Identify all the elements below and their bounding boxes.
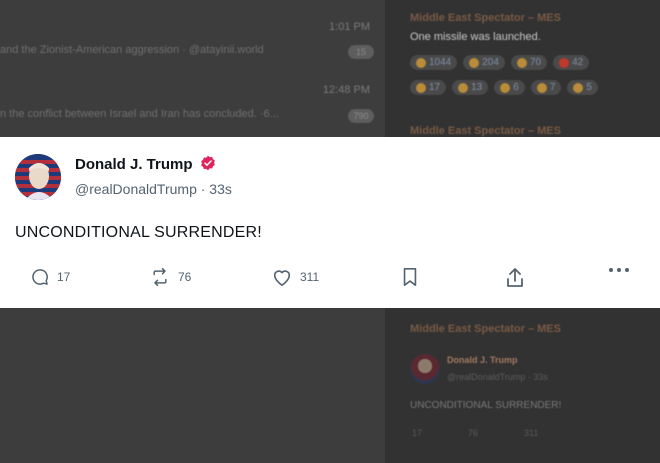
more-icon <box>609 268 629 272</box>
retweet-count: 76 <box>178 270 192 284</box>
share-icon <box>507 268 523 287</box>
reaction-chip[interactable]: 7 <box>530 80 562 95</box>
like-button[interactable]: 311 <box>271 267 319 287</box>
tweet-card[interactable]: Donald J. Trump @realDonaldTrump · 33s U… <box>0 137 660 308</box>
bookmark-icon <box>403 268 417 286</box>
embedded-avatar <box>410 354 440 384</box>
reply-button[interactable]: 17 <box>30 267 70 287</box>
emoji-icon <box>573 82 584 93</box>
flag-portrait-icon <box>15 154 61 200</box>
message-preview[interactable]: and the Zionist-American aggression · @a… <box>0 44 264 56</box>
emoji-icon <box>469 57 480 68</box>
reaction-chip[interactable]: 6 <box>494 80 525 95</box>
display-name[interactable]: Donald J. Trump <box>75 156 193 173</box>
reaction-chip[interactable]: 13 <box>452 80 489 95</box>
retweet-button[interactable]: 76 <box>149 267 191 287</box>
reaction-chip[interactable]: 17 <box>410 80 447 95</box>
reactions-row: 17 13 6 7 5 <box>410 80 598 95</box>
reaction-chip[interactable]: 5 <box>567 80 598 95</box>
verified-badge-icon <box>201 155 215 171</box>
more-options-button[interactable] <box>608 267 630 273</box>
reaction-chip[interactable]: 42 <box>553 55 590 70</box>
emoji-icon <box>458 82 469 93</box>
post-sender[interactable]: Middle East Spectator – MES <box>410 12 561 24</box>
post-sender[interactable]: Middle East Spectator – MES <box>410 125 561 137</box>
post-text: One missile was launched. <box>410 31 541 43</box>
share-button[interactable] <box>505 267 525 289</box>
embedded-actions: 17 76 311 <box>412 428 538 438</box>
reaction-chip[interactable]: 1044 <box>410 55 458 70</box>
reactions-row: 1044 204 70 42 <box>410 55 590 70</box>
reaction-chip[interactable]: 204 <box>463 55 505 70</box>
emoji-icon <box>416 57 426 68</box>
emoji-icon <box>516 57 527 68</box>
embedded-like-count: 311 <box>524 428 539 438</box>
embedded-display-name: Donald J. Trump <box>447 355 518 365</box>
embedded-tweet-text: UNCONDITIONAL SURRENDER! <box>410 400 562 411</box>
message-preview[interactable]: n the conflict between Israel and Iran h… <box>0 108 279 120</box>
emoji-icon <box>536 82 547 93</box>
embedded-reply-count: 17 <box>412 428 423 438</box>
reaction-chip[interactable]: 70 <box>510 55 548 70</box>
unread-badge: 790 <box>348 109 374 123</box>
bookmark-button[interactable] <box>401 267 419 287</box>
unread-badge: 15 <box>348 45 374 59</box>
reply-count: 17 <box>57 270 71 284</box>
profile-avatar[interactable] <box>15 154 61 200</box>
message-time: 12:48 PM <box>322 84 370 96</box>
emoji-icon <box>500 82 511 93</box>
reply-icon <box>32 269 48 285</box>
embedded-retweet-count: 76 <box>468 428 479 438</box>
retweet-icon <box>153 267 167 287</box>
heart-icon <box>273 270 291 286</box>
handle-and-timestamp[interactable]: @realDonaldTrump · 33s <box>75 181 232 197</box>
message-time: 1:01 PM <box>329 21 370 33</box>
emoji-icon <box>416 82 426 93</box>
like-count: 311 <box>300 270 320 284</box>
tweet-actions: 17 76 311 <box>0 267 660 293</box>
tweet-text: UNCONDITIONAL SURRENDER! <box>15 224 262 241</box>
embedded-handle: @realDonaldTrump · 33s <box>447 372 548 382</box>
heart-emoji-icon <box>559 57 570 68</box>
post-sender[interactable]: Middle East Spectator – MES <box>410 323 561 335</box>
